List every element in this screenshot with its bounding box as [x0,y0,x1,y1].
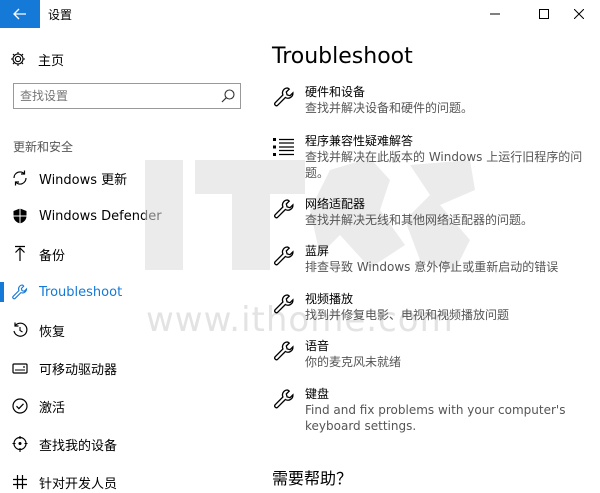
sidebar-item-label: Troubleshoot [39,284,123,300]
wrench-icon [274,199,294,219]
sidebar-item-label: 查找我的设备 [39,438,118,454]
wrench-icon [274,87,294,107]
sidebar-item-removable-drives[interactable]: 可移动驱动器 [0,350,250,386]
backup-arrow-icon [15,245,25,261]
wrench-icon [12,284,28,300]
back-button[interactable] [0,0,40,28]
sidebar-item-recovery[interactable]: 恢复 [0,312,250,348]
sidebar-item-label: Windows 更新 [39,172,128,188]
troubleshooter-desc: 排查导致 Windows 意外停止或重新启动的错误 [305,260,559,274]
troubleshooter-speech[interactable]: 语音 你的麦克风未就绪 [272,337,592,371]
search-box[interactable] [13,83,241,109]
gear-icon [11,52,25,66]
troubleshooter-title: 视频播放 [305,292,354,306]
sidebar-item-windows-update[interactable]: Windows 更新 [0,160,250,196]
find-device-icon [12,436,28,452]
troubleshooter-title: 程序兼容性疑难解答 [305,134,414,148]
minimize-button[interactable] [474,0,516,28]
wrench-icon [274,246,294,266]
activation-check-icon [12,398,28,414]
troubleshooter-keyboard[interactable]: 键盘 Find and fix problems with your compu… [272,385,592,435]
main-content: Troubleshoot 硬件和设备 查找并解决设备和硬件的问题。 程序兼容性疑… [272,28,592,493]
troubleshooter-title: 网络适配器 [305,197,366,211]
close-button[interactable] [558,0,600,28]
troubleshooter-title: 蓝屏 [305,244,330,258]
sidebar-item-label: 备份 [39,248,66,264]
sidebar-item-troubleshoot[interactable]: Troubleshoot [0,274,250,310]
home-label: 主页 [38,53,65,69]
sidebar-item-find-my-device[interactable]: 查找我的设备 [0,426,250,462]
troubleshooter-desc: Find and fix problems with your computer… [305,403,566,433]
troubleshooter-blue-screen[interactable]: 蓝屏 排查导致 Windows 意外停止或重新启动的错误 [272,242,592,276]
sidebar-item-for-developers[interactable]: 针对开发人员 [0,464,250,493]
home-nav-item[interactable]: 主页 [10,48,64,70]
window-title: 设置 [48,8,73,22]
sidebar-item-label: 激活 [39,400,66,416]
troubleshooter-title: 语音 [305,339,330,353]
sidebar-item-label: 恢复 [39,324,66,340]
search-input[interactable] [14,84,210,108]
minimize-icon [490,13,500,15]
close-icon [574,9,584,19]
sidebar-item-label: 针对开发人员 [39,476,118,492]
sync-icon [13,170,27,186]
sidebar-item-windows-defender[interactable]: Windows Defender [0,198,250,234]
troubleshooter-title: 硬件和设备 [305,85,366,99]
back-arrow-icon [13,8,26,20]
need-help-heading: 需要帮助？ [272,469,353,488]
wrench-icon [274,341,294,361]
troubleshooter-video-playback[interactable]: 视频播放 找到并修复电影、电视和视频播放问题 [272,290,592,324]
recovery-icon [13,322,28,337]
sidebar-item-label: 可移动驱动器 [39,362,118,378]
sidebar-item-backup[interactable]: 备份 [0,236,250,272]
troubleshooter-desc: 查找并解决设备和硬件的问题。 [305,101,474,115]
troubleshooter-desc: 你的麦克风未就绪 [305,355,402,369]
developer-icon [13,475,27,489]
section-heading: 更新和安全 [13,140,74,154]
shield-icon [13,208,27,224]
removable-drive-icon [12,363,28,374]
sidebar: 主页 更新和安全 Windows 更新 Windows Defender 备份 [0,28,250,493]
troubleshooter-desc: 查找并解决在此版本的 Windows 上运行旧程序的问题。 [305,150,583,180]
troubleshooter-program-compatibility[interactable]: 程序兼容性疑难解答 查找并解决在此版本的 Windows 上运行旧程序的问题。 [272,132,592,182]
page-title: Troubleshoot [272,44,413,69]
sidebar-item-label: Windows Defender [39,208,162,224]
title-bar: 设置 [0,0,600,28]
search-icon[interactable] [220,88,236,104]
troubleshooter-desc: 找到并修复电影、电视和视频播放问题 [305,308,510,322]
wrench-icon [274,294,294,314]
list-icon [273,138,294,156]
troubleshooter-network-adapter[interactable]: 网络适配器 查找并解决无线和其他网络适配器的问题。 [272,195,592,229]
troubleshooter-title: 键盘 [305,387,330,401]
troubleshooter-desc: 查找并解决无线和其他网络适配器的问题。 [305,213,534,227]
troubleshooter-hardware-devices[interactable]: 硬件和设备 查找并解决设备和硬件的问题。 [272,83,592,117]
sidebar-item-activation[interactable]: 激活 [0,388,250,424]
maximize-icon [539,9,549,19]
wrench-icon [274,389,294,409]
active-indicator [0,282,4,302]
